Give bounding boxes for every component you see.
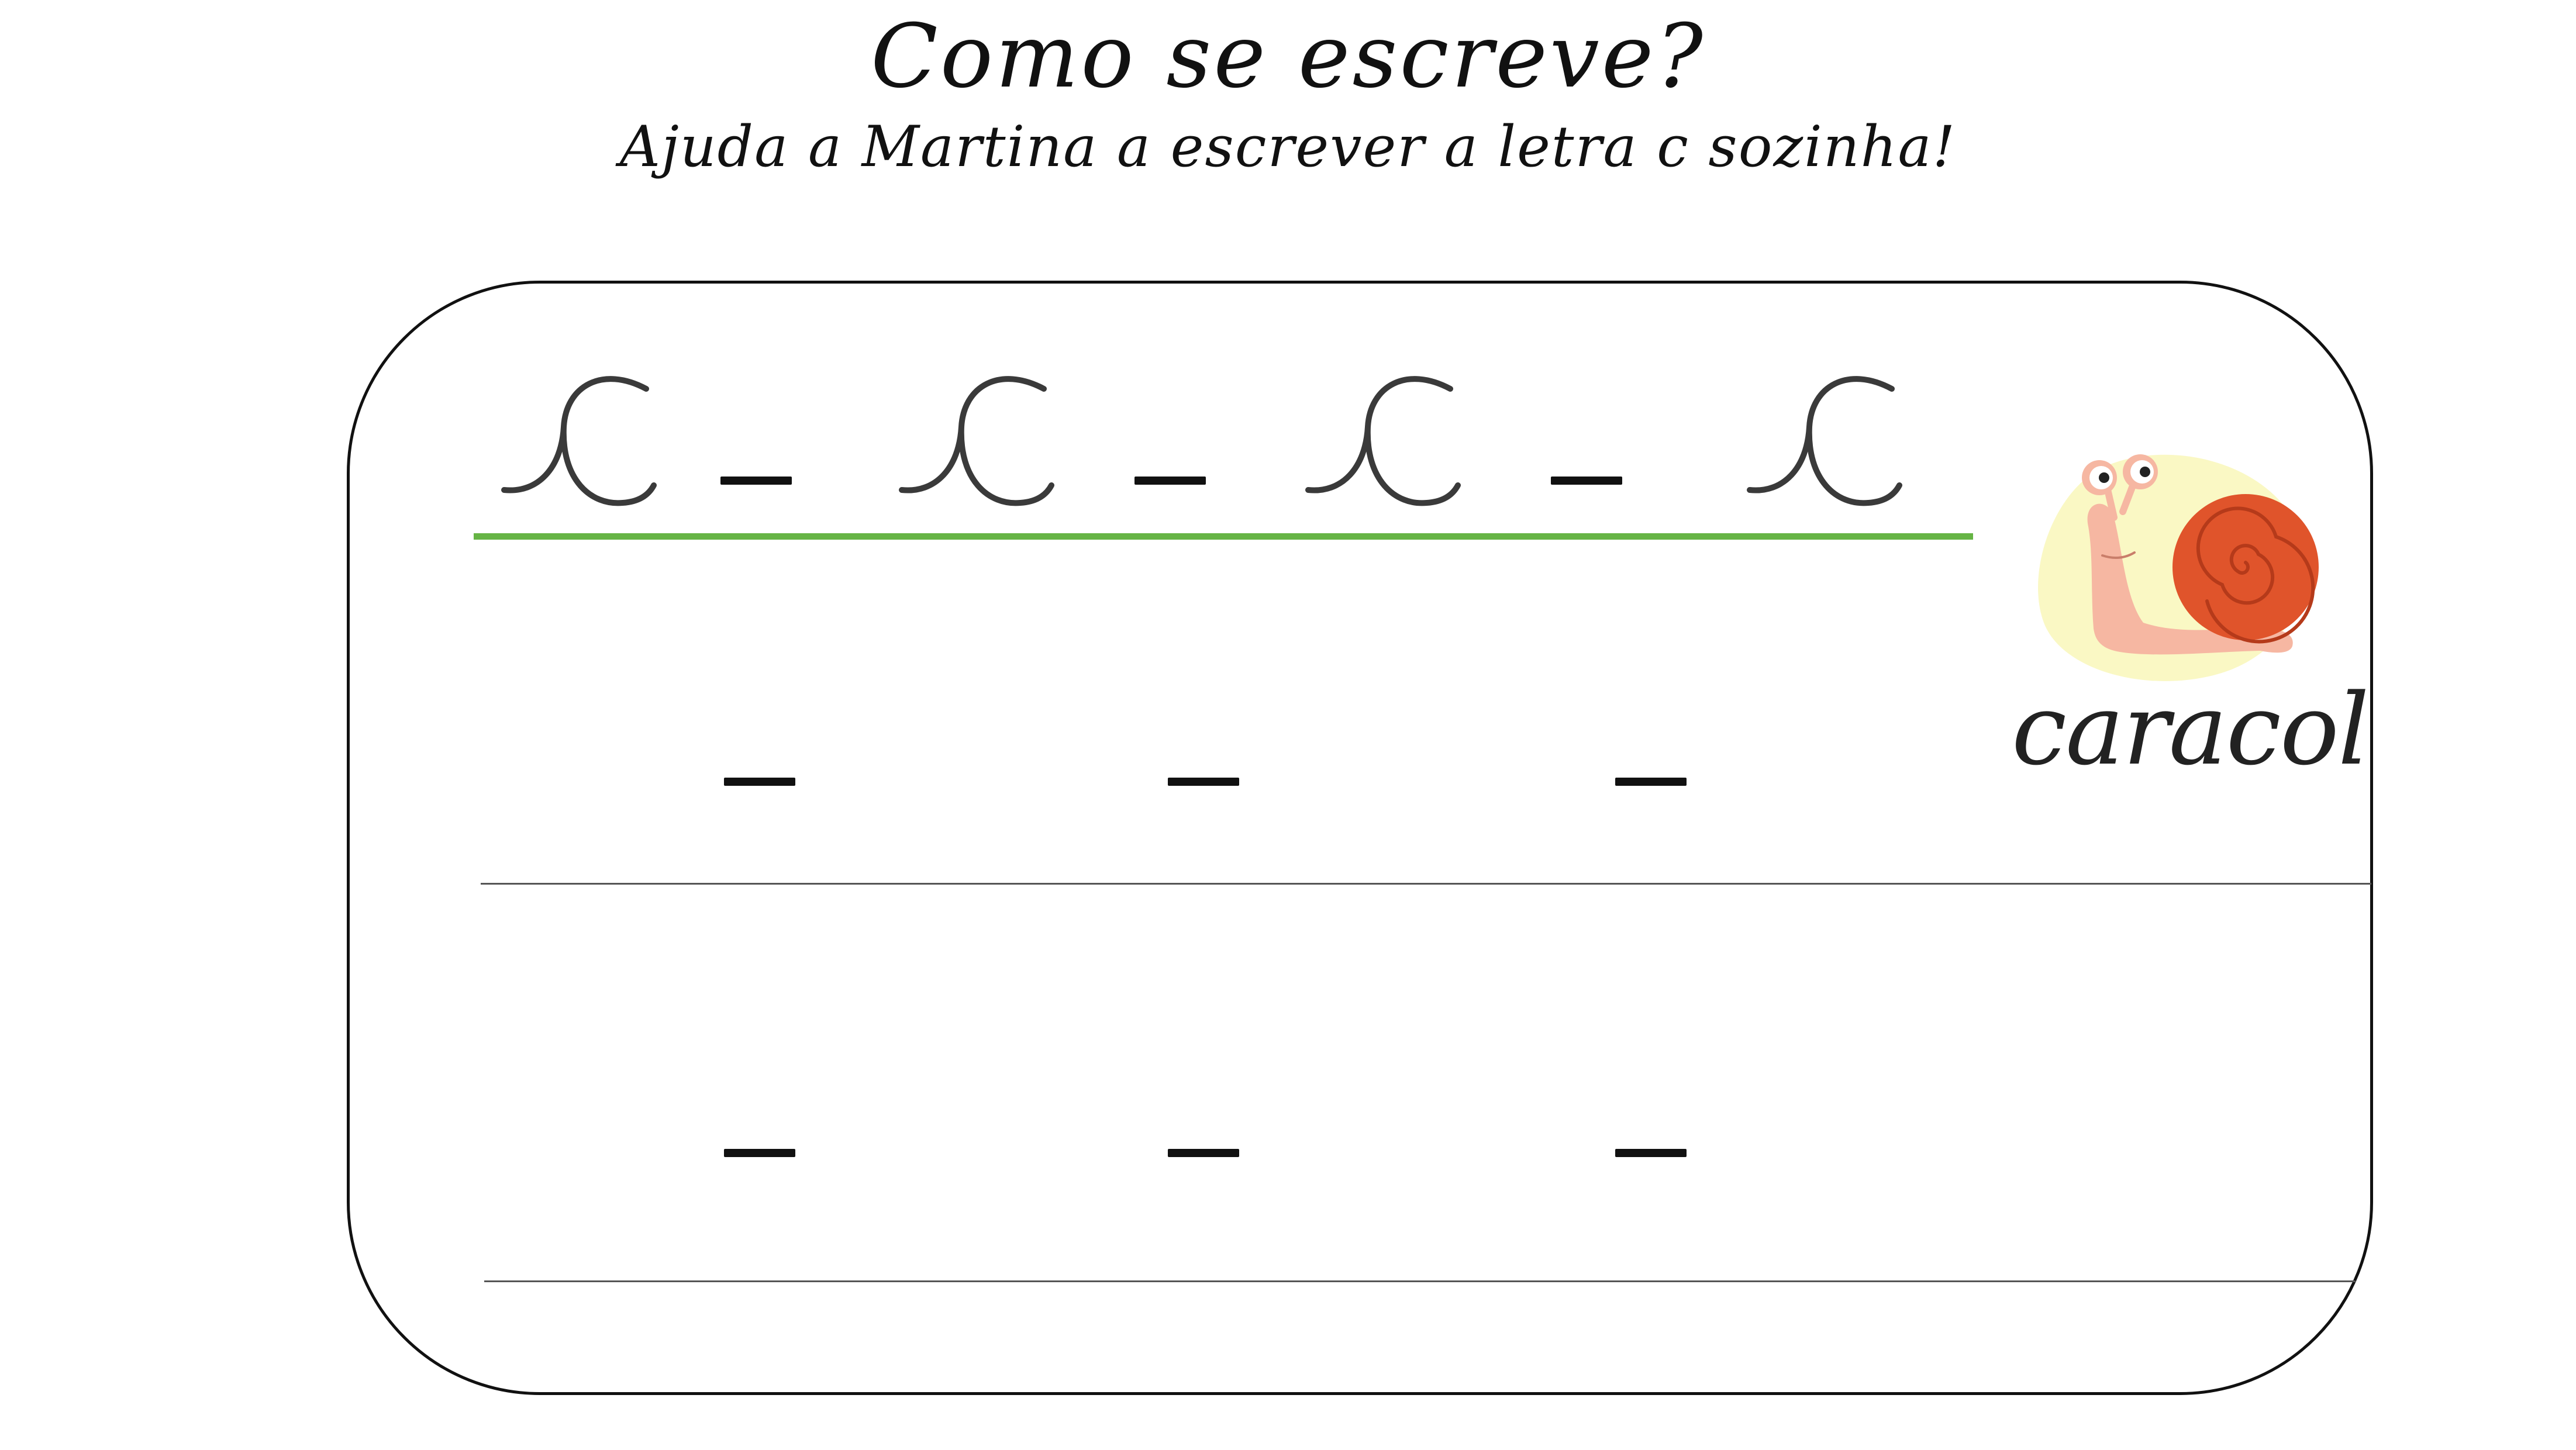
practice-separator-dash — [1615, 1149, 1687, 1157]
cursive-letter-c-1 — [501, 376, 657, 506]
letter-separator-dash — [1134, 477, 1206, 485]
letter-separator-dash — [720, 477, 792, 485]
page-title: Como se escreve? — [871, 6, 1705, 108]
practice-separator-dash — [1615, 778, 1687, 786]
practice-separator-dash — [724, 1149, 795, 1157]
practice-separator-dash — [1168, 1149, 1239, 1157]
writing-rule-line — [484, 1280, 2356, 1282]
cursive-letter-c-2 — [899, 376, 1054, 506]
cursive-letter-c-3 — [1305, 376, 1461, 506]
letter-separator-dash — [1551, 477, 1622, 485]
example-word-label: caracol — [2012, 672, 2370, 787]
guide-line — [474, 533, 1973, 540]
writing-rule-line — [481, 883, 2371, 885]
cursive-letter-c-4 — [1747, 376, 1902, 506]
snail-icon — [2038, 454, 2319, 681]
page-subtitle: Ajuda a Martina a escrever a letra c soz… — [619, 114, 1957, 179]
practice-separator-dash — [1168, 778, 1239, 786]
practice-separator-dash — [724, 778, 795, 786]
